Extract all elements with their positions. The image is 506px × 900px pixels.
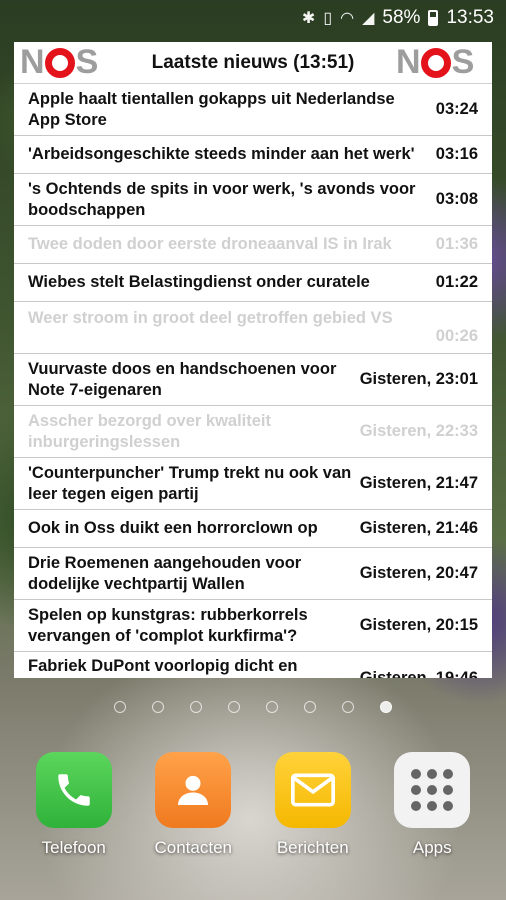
news-item[interactable]: Weer stroom in groot deel getroffen gebi… — [14, 302, 492, 354]
news-item[interactable]: Apple haalt tientallen gokapps uit Neder… — [14, 84, 492, 136]
news-title: Fabriek DuPont voorlopig dicht en — [28, 657, 298, 675]
news-title: Twee doden door eerste droneaanval IS in… — [28, 235, 392, 253]
page-dot[interactable] — [228, 701, 240, 713]
app-label: Contacten — [154, 838, 233, 857]
page-dot[interactable] — [114, 701, 126, 713]
news-time: Gisteren, 21:47 — [359, 474, 478, 492]
battery-icon — [428, 10, 439, 26]
news-title: 'Arbeidsongeschikte steeds minder aan he… — [28, 145, 415, 163]
page-dot[interactable] — [342, 701, 354, 713]
news-time: 01:36 — [435, 235, 478, 253]
news-time: Gisteren, 19:46 — [359, 669, 478, 678]
news-item[interactable]: Fabriek DuPont voorlopig dicht en Gister… — [14, 652, 492, 678]
news-item[interactable]: Ook in Oss duikt een horrorclown op Gist… — [14, 510, 492, 548]
news-time: 03:24 — [435, 100, 478, 118]
app-dock: Telefoon Contacten Berichten Apps — [0, 752, 506, 872]
status-clock: 13:53 — [446, 7, 494, 28]
signal-icon: ◢ — [362, 10, 375, 27]
widget-title[interactable]: Laatste nieuws (13:51) — [152, 52, 355, 74]
app-apps[interactable]: Apps — [382, 752, 482, 872]
news-time: Gisteren, 22:33 — [359, 422, 478, 440]
news-item[interactable]: 's Ochtends de spits in voor werk, 's av… — [14, 174, 492, 226]
page-indicator — [0, 701, 506, 713]
news-time: Gisteren, 20:15 — [359, 616, 478, 634]
news-title: Vuurvaste doos en handschoenen voor Note… — [28, 359, 337, 399]
messages-icon — [274, 752, 351, 828]
page-dot-active[interactable] — [380, 701, 392, 713]
app-telefoon[interactable]: Telefoon — [24, 752, 124, 872]
battery-percentage: 58% — [382, 7, 421, 28]
news-item[interactable]: 'Arbeidsongeschikte steeds minder aan he… — [14, 136, 492, 174]
news-title: Ook in Oss duikt een horrorclown op — [28, 519, 318, 537]
news-time: Gisteren, 21:46 — [359, 519, 478, 537]
news-title: Wiebes stelt Belastingdienst onder curat… — [28, 273, 370, 291]
news-item[interactable]: Spelen op kunstgras: rubberkorrels verva… — [14, 600, 492, 652]
app-label: Apps — [412, 838, 452, 857]
news-list: Apple haalt tientallen gokapps uit Neder… — [14, 84, 492, 678]
page-dot[interactable] — [152, 701, 164, 713]
news-title: Weer stroom in groot deel getroffen gebi… — [28, 309, 393, 327]
contacts-icon — [155, 752, 232, 828]
news-item[interactable]: Asscher bezorgd over kwaliteit inburgeri… — [14, 406, 492, 458]
news-time: 03:16 — [435, 145, 478, 163]
news-item[interactable]: Twee doden door eerste droneaanval IS in… — [14, 226, 492, 264]
apps-grid-icon — [394, 752, 471, 828]
phone-icon — [35, 752, 112, 828]
status-bar: ✱ ▯ ◠ ◢ 58% 13:53 — [0, 0, 506, 36]
app-label: Telefoon — [41, 838, 106, 857]
news-item[interactable]: Wiebes stelt Belastingdienst onder curat… — [14, 264, 492, 302]
news-title: Apple haalt tientallen gokapps uit Neder… — [28, 89, 395, 129]
news-item[interactable]: 'Counterpuncher' Trump trekt nu ook van … — [14, 458, 492, 510]
news-time: Gisteren, 23:01 — [359, 370, 478, 388]
news-title: Asscher bezorgd over kwaliteit inburgeri… — [28, 411, 271, 451]
nos-news-widget: NS Laatste nieuws (13:51) NS Apple haalt… — [14, 42, 492, 678]
news-title: 's Ochtends de spits in voor werk, 's av… — [28, 179, 416, 219]
app-label: Berichten — [276, 838, 349, 857]
app-berichten[interactable]: Berichten — [263, 752, 363, 872]
nos-logo-right[interactable]: NS — [396, 43, 486, 81]
news-title: Spelen op kunstgras: rubberkorrels verva… — [28, 605, 308, 645]
page-dot[interactable] — [266, 701, 278, 713]
wifi-icon: ◠ — [340, 10, 355, 27]
news-time: 01:22 — [435, 273, 478, 291]
page-dot[interactable] — [304, 701, 316, 713]
news-title: Drie Roemenen aangehouden voor dodelijke… — [28, 553, 302, 593]
news-time: Gisteren, 20:47 — [359, 564, 478, 582]
page-dot[interactable] — [190, 701, 202, 713]
bluetooth-icon: ✱ — [301, 10, 316, 27]
app-contacten[interactable]: Contacten — [143, 752, 243, 872]
news-item[interactable]: Drie Roemenen aangehouden voor dodelijke… — [14, 548, 492, 600]
nos-logo-left[interactable]: NS — [20, 43, 110, 81]
news-item[interactable]: Vuurvaste doos en handschoenen voor Note… — [14, 354, 492, 406]
vibrate-icon: ▯ — [323, 10, 333, 27]
news-title: 'Counterpuncher' Trump trekt nu ook van … — [28, 463, 352, 503]
widget-header: NS Laatste nieuws (13:51) NS — [14, 42, 492, 84]
news-time: 00:26 — [435, 327, 478, 345]
news-time: 03:08 — [435, 190, 478, 208]
